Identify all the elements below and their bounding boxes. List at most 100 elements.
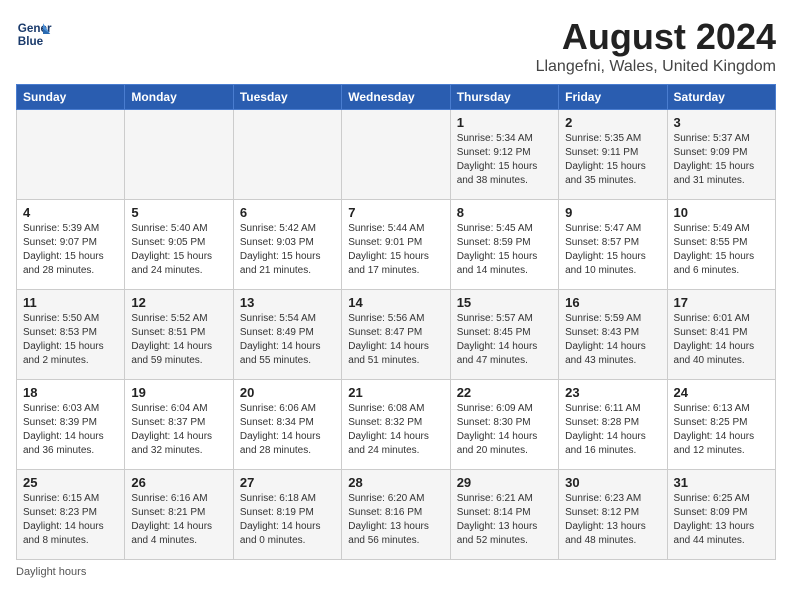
main-title: August 2024 bbox=[536, 16, 776, 58]
day-number: 14 bbox=[348, 295, 443, 310]
day-cell: 15 Sunrise: 5:57 AM Sunset: 8:45 PM Dayli… bbox=[450, 290, 558, 380]
header-row: SundayMondayTuesdayWednesdayThursdayFrid… bbox=[17, 85, 776, 110]
day-info: Sunrise: 6:23 AM Sunset: 8:12 PM Dayligh… bbox=[565, 492, 660, 548]
day-number: 20 bbox=[240, 385, 335, 400]
day-number: 18 bbox=[23, 385, 118, 400]
day-cell: 26Sunrise: 6:16 AM Sunset: 8:21 PM Dayli… bbox=[125, 470, 233, 560]
day-cell: 28 Sunrise: 6:20 AM Sunset: 8:16 PM Dayli… bbox=[342, 470, 450, 560]
day-cell: 27 Sunrise: 6:18 AM Sunset: 8:19 PM Dayli… bbox=[233, 470, 341, 560]
day-cell bbox=[233, 110, 341, 200]
day-cell: 17 Sunrise: 6:01 AM Sunset: 8:41 PM Dayli… bbox=[667, 290, 775, 380]
day-info: Sunrise: 6:04 AM Sunset: 8:37 PM Dayligh… bbox=[131, 402, 226, 458]
day-info: Sunrise: 5:52 AM Sunset: 8:51 PM Dayligh… bbox=[131, 312, 226, 368]
day-cell: 25 Sunrise: 6:15 AM Sunset: 8:23 PM Dayli… bbox=[17, 470, 125, 560]
day-cell: 24 Sunrise: 6:13 AM Sunset: 8:25 PM Dayli… bbox=[667, 380, 775, 470]
day-info: Sunrise: 6:01 AM Sunset: 8:41 PM Dayligh… bbox=[674, 312, 769, 368]
day-info: Sunrise: 6:15 AM Sunset: 8:23 PM Dayligh… bbox=[23, 492, 118, 548]
day-number: 23 bbox=[565, 385, 660, 400]
day-number: 15 bbox=[457, 295, 552, 310]
day-number: 8 bbox=[457, 205, 552, 220]
day-cell: 8 Sunrise: 5:45 AM Sunset: 8:59 PM Daylig… bbox=[450, 200, 558, 290]
day-info: Sunrise: 5:56 AM Sunset: 8:47 PM Dayligh… bbox=[348, 312, 443, 368]
day-number: 27 bbox=[240, 475, 335, 490]
day-number: 28 bbox=[348, 475, 443, 490]
day-info: Sunrise: 6:25 AM Sunset: 8:09 PM Dayligh… bbox=[674, 492, 769, 548]
day-info: Sunrise: 5:57 AM Sunset: 8:45 PM Dayligh… bbox=[457, 312, 552, 368]
week-row-1: 1 Sunrise: 5:34 AM Sunset: 9:12 PM Daylig… bbox=[17, 110, 776, 200]
calendar-table: SundayMondayTuesdayWednesdayThursdayFrid… bbox=[16, 84, 776, 560]
day-number: 19 bbox=[131, 385, 226, 400]
day-number: 7 bbox=[348, 205, 443, 220]
day-cell: 12 Sunrise: 5:52 AM Sunset: 8:51 PM Dayli… bbox=[125, 290, 233, 380]
day-number: 25 bbox=[23, 475, 118, 490]
day-number: 9 bbox=[565, 205, 660, 220]
day-info: Sunrise: 6:20 AM Sunset: 8:16 PM Dayligh… bbox=[348, 492, 443, 548]
day-cell: 5 Sunrise: 5:40 AM Sunset: 9:05 PM Daylig… bbox=[125, 200, 233, 290]
day-number: 17 bbox=[674, 295, 769, 310]
week-row-3: 11 Sunrise: 5:50 AM Sunset: 8:53 PM Dayli… bbox=[17, 290, 776, 380]
day-info: Sunrise: 5:35 AM Sunset: 9:11 PM Dayligh… bbox=[565, 132, 660, 188]
day-number: 24 bbox=[674, 385, 769, 400]
day-info: Sunrise: 6:11 AM Sunset: 8:28 PM Dayligh… bbox=[565, 402, 660, 458]
day-number: 13 bbox=[240, 295, 335, 310]
day-number: 31 bbox=[674, 475, 769, 490]
day-cell: 3 Sunrise: 5:37 AM Sunset: 9:09 PM Daylig… bbox=[667, 110, 775, 200]
day-info: Sunrise: 5:50 AM Sunset: 8:53 PM Dayligh… bbox=[23, 312, 118, 368]
subtitle: Llangefni, Wales, United Kingdom bbox=[536, 58, 776, 76]
day-cell: 7 Sunrise: 5:44 AM Sunset: 9:01 PM Daylig… bbox=[342, 200, 450, 290]
day-cell: 1 Sunrise: 5:34 AM Sunset: 9:12 PM Daylig… bbox=[450, 110, 558, 200]
day-cell: 18Sunrise: 6:03 AM Sunset: 8:39 PM Dayli… bbox=[17, 380, 125, 470]
day-number: 30 bbox=[565, 475, 660, 490]
logo: General Blue bbox=[16, 16, 52, 52]
day-cell: 23 Sunrise: 6:11 AM Sunset: 8:28 PM Dayli… bbox=[559, 380, 667, 470]
day-cell bbox=[342, 110, 450, 200]
header-wednesday: Wednesday bbox=[342, 85, 450, 110]
header-sunday: Sunday bbox=[17, 85, 125, 110]
day-info: Sunrise: 6:21 AM Sunset: 8:14 PM Dayligh… bbox=[457, 492, 552, 548]
day-info: Sunrise: 5:59 AM Sunset: 8:43 PM Dayligh… bbox=[565, 312, 660, 368]
day-cell: 4 Sunrise: 5:39 AM Sunset: 9:07 PM Daylig… bbox=[17, 200, 125, 290]
day-info: Sunrise: 6:16 AM Sunset: 8:21 PM Dayligh… bbox=[131, 492, 226, 548]
day-cell: 11 Sunrise: 5:50 AM Sunset: 8:53 PM Dayli… bbox=[17, 290, 125, 380]
header-saturday: Saturday bbox=[667, 85, 775, 110]
title-area: August 2024 Llangefni, Wales, United Kin… bbox=[536, 16, 776, 76]
day-cell: 6 Sunrise: 5:42 AM Sunset: 9:03 PM Daylig… bbox=[233, 200, 341, 290]
day-cell bbox=[17, 110, 125, 200]
day-info: Sunrise: 6:13 AM Sunset: 8:25 PM Dayligh… bbox=[674, 402, 769, 458]
day-cell: 21 Sunrise: 6:08 AM Sunset: 8:32 PM Dayli… bbox=[342, 380, 450, 470]
day-number: 3 bbox=[674, 115, 769, 130]
day-cell: 30 Sunrise: 6:23 AM Sunset: 8:12 PM Dayli… bbox=[559, 470, 667, 560]
day-info: Sunrise: 5:34 AM Sunset: 9:12 PM Dayligh… bbox=[457, 132, 552, 188]
day-cell: 20Sunrise: 6:06 AM Sunset: 8:34 PM Dayli… bbox=[233, 380, 341, 470]
day-info: Sunrise: 6:09 AM Sunset: 8:30 PM Dayligh… bbox=[457, 402, 552, 458]
day-cell: 19 Sunrise: 6:04 AM Sunset: 8:37 PM Dayli… bbox=[125, 380, 233, 470]
day-info: Sunrise: 5:39 AM Sunset: 9:07 PM Dayligh… bbox=[23, 222, 118, 278]
day-number: 12 bbox=[131, 295, 226, 310]
day-info: Sunrise: 5:44 AM Sunset: 9:01 PM Dayligh… bbox=[348, 222, 443, 278]
day-number: 5 bbox=[131, 205, 226, 220]
logo-icon: General Blue bbox=[16, 16, 52, 52]
day-number: 6 bbox=[240, 205, 335, 220]
day-info: Sunrise: 5:40 AM Sunset: 9:05 PM Dayligh… bbox=[131, 222, 226, 278]
day-number: 4 bbox=[23, 205, 118, 220]
svg-text:Blue: Blue bbox=[18, 35, 44, 48]
day-info: Sunrise: 6:08 AM Sunset: 8:32 PM Dayligh… bbox=[348, 402, 443, 458]
day-cell: 22Sunrise: 6:09 AM Sunset: 8:30 PM Dayli… bbox=[450, 380, 558, 470]
header-monday: Monday bbox=[125, 85, 233, 110]
day-cell: 16 Sunrise: 5:59 AM Sunset: 8:43 PM Dayli… bbox=[559, 290, 667, 380]
week-row-2: 4 Sunrise: 5:39 AM Sunset: 9:07 PM Daylig… bbox=[17, 200, 776, 290]
day-info: Sunrise: 5:37 AM Sunset: 9:09 PM Dayligh… bbox=[674, 132, 769, 188]
day-info: Sunrise: 6:18 AM Sunset: 8:19 PM Dayligh… bbox=[240, 492, 335, 548]
day-number: 16 bbox=[565, 295, 660, 310]
day-info: Sunrise: 5:47 AM Sunset: 8:57 PM Dayligh… bbox=[565, 222, 660, 278]
day-number: 11 bbox=[23, 295, 118, 310]
day-cell: 13Sunrise: 5:54 AM Sunset: 8:49 PM Dayli… bbox=[233, 290, 341, 380]
day-number: 29 bbox=[457, 475, 552, 490]
day-cell: 29 Sunrise: 6:21 AM Sunset: 8:14 PM Dayli… bbox=[450, 470, 558, 560]
day-cell: 10Sunrise: 5:49 AM Sunset: 8:55 PM Dayli… bbox=[667, 200, 775, 290]
day-info: Sunrise: 5:45 AM Sunset: 8:59 PM Dayligh… bbox=[457, 222, 552, 278]
day-info: Sunrise: 5:42 AM Sunset: 9:03 PM Dayligh… bbox=[240, 222, 335, 278]
day-number: 1 bbox=[457, 115, 552, 130]
day-cell: 9 Sunrise: 5:47 AM Sunset: 8:57 PM Daylig… bbox=[559, 200, 667, 290]
day-number: 21 bbox=[348, 385, 443, 400]
